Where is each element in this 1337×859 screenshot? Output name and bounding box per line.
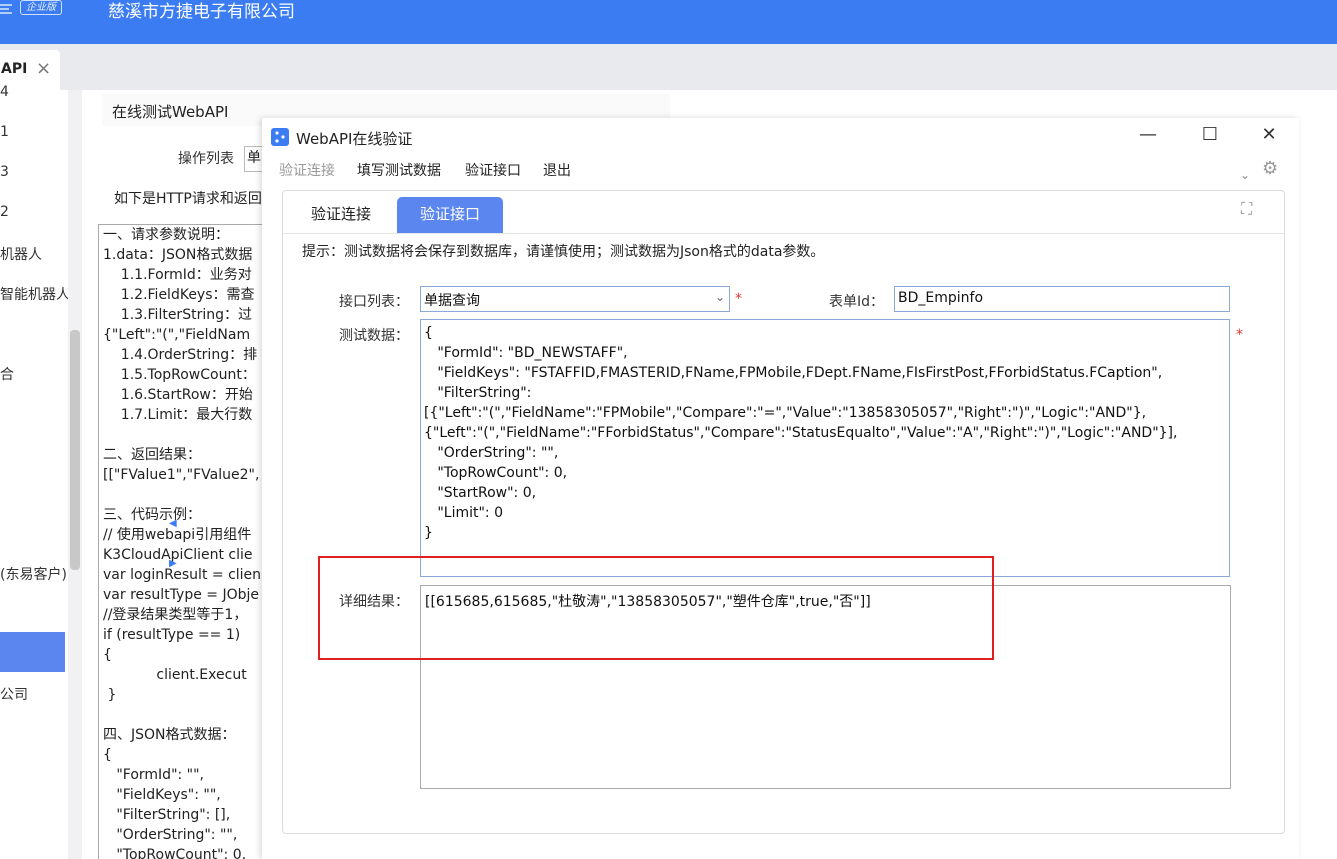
api-list-label: 接口列表： bbox=[339, 294, 409, 310]
app-icon bbox=[271, 128, 289, 146]
tab-strip: API × bbox=[0, 44, 1337, 90]
required-mark: * bbox=[1236, 327, 1243, 343]
menu-verify-connection[interactable]: 验证连接 bbox=[279, 160, 335, 180]
http-description: 如下是HTTP请求和返回 bbox=[114, 191, 262, 207]
tab-api-label: API bbox=[1, 61, 28, 77]
nav-item[interactable]: 3 bbox=[0, 164, 9, 180]
webapi-verify-dialog: WebAPI在线验证 — ☐ ✕ 验证连接 填写测试数据 验证接口 退出 ⌄ ⚙… bbox=[262, 118, 1299, 859]
op-list-select[interactable]: 单 bbox=[244, 146, 264, 172]
nav-item[interactable]: 机器人 bbox=[0, 244, 42, 264]
nav-item-active[interactable] bbox=[0, 632, 65, 672]
tab-verify-api[interactable]: 验证接口 bbox=[397, 197, 503, 233]
minimize-icon[interactable]: — bbox=[1134, 124, 1162, 148]
maximize-icon[interactable]: ☐ bbox=[1196, 124, 1224, 148]
fullscreen-icon[interactable]: ⛶ bbox=[1241, 199, 1252, 219]
test-data-line: { bbox=[424, 325, 433, 341]
op-list-label: 操作列表 bbox=[178, 151, 234, 167]
nav-item[interactable]: 公司 bbox=[0, 684, 28, 704]
verify-panel: 验证连接 验证接口 ⛶ 提示：测试数据将会保存到数据库，请谨慎使用；测试数据为J… bbox=[282, 190, 1285, 834]
chevron-down-icon: ⌄ bbox=[714, 290, 725, 304]
tab-divider bbox=[283, 233, 1284, 234]
nav-item[interactable]: 4 bbox=[0, 84, 9, 100]
nav-item[interactable]: 合 bbox=[0, 364, 14, 384]
test-data-line: "FormId": "BD_NEWSTAFF", bbox=[424, 345, 628, 361]
form-id-input[interactable]: BD_Empinfo bbox=[894, 286, 1230, 312]
test-data-line: [{"Left":"(","FieldName":"FPMobile","Com… bbox=[424, 405, 1147, 421]
test-data-label: 测试数据： bbox=[339, 328, 409, 344]
nav-scrollbar[interactable] bbox=[68, 90, 82, 859]
dialog-title: WebAPI在线验证 bbox=[296, 130, 413, 148]
nav-item[interactable]: 智能机器人 bbox=[0, 284, 70, 304]
menu-verify-api[interactable]: 验证接口 bbox=[465, 160, 521, 180]
test-data-line: } bbox=[424, 525, 433, 541]
dialog-menubar: 验证连接 填写测试数据 验证接口 退出 ⌄ ⚙ bbox=[262, 156, 1299, 184]
highlight-box bbox=[318, 556, 994, 660]
api-list-select[interactable]: 单据查询 ⌄ bbox=[420, 286, 730, 312]
tab-api[interactable]: API × bbox=[0, 50, 60, 90]
form-id-label: 表单Id： bbox=[829, 294, 885, 310]
arrow-right-icon[interactable]: ▶ bbox=[169, 558, 177, 569]
test-data-line: "Limit": 0 bbox=[424, 505, 504, 521]
chevron-down-icon[interactable]: ⌄ bbox=[1240, 168, 1250, 182]
test-data-line: "FieldKeys": "FSTAFFID,FMASTERID,FName,F… bbox=[424, 365, 1163, 381]
menu-fill-test-data[interactable]: 填写测试数据 bbox=[357, 160, 441, 180]
tip-text: 提示：测试数据将会保存到数据库，请谨慎使用；测试数据为Json格式的data参数… bbox=[302, 244, 825, 260]
nav-item[interactable]: 2 bbox=[0, 204, 9, 220]
edition-badge: 企业版 bbox=[20, 0, 62, 15]
page-title: 在线测试WebAPI bbox=[112, 103, 229, 121]
left-nav: 4 1 3 2 机器人 智能机器人 合 (东易客户) 公司 bbox=[0, 84, 70, 859]
test-data-line: "TopRowCount": 0, bbox=[424, 465, 568, 481]
menu-exit[interactable]: 退出 bbox=[543, 160, 571, 180]
app-root: 企业版 慈溪市方捷电子有限公司 API × 4 1 3 2 机器人 智能机器人 … bbox=[0, 0, 1337, 859]
test-data-line: "OrderString": "", bbox=[424, 445, 559, 461]
arrow-left-icon[interactable]: ◀ bbox=[169, 518, 177, 529]
close-icon[interactable]: × bbox=[36, 58, 51, 79]
top-bar: 企业版 慈溪市方捷电子有限公司 bbox=[0, 0, 1337, 44]
test-data-line: {"Left":"(","FieldName":"FForbidStatus",… bbox=[424, 425, 1178, 441]
close-icon[interactable]: ✕ bbox=[1255, 124, 1283, 148]
api-list-value: 单据查询 bbox=[424, 293, 480, 309]
test-data-line: "StartRow": 0, bbox=[424, 485, 537, 501]
nav-scrollbar-thumb[interactable] bbox=[70, 330, 80, 570]
tab-verify-connection[interactable]: 验证连接 bbox=[283, 197, 399, 233]
required-mark: * bbox=[735, 291, 742, 307]
test-data-textarea[interactable]: { "FormId": "BD_NEWSTAFF", "FieldKeys": … bbox=[420, 319, 1230, 577]
logo-icon bbox=[0, 4, 12, 14]
test-data-line: "FilterString": bbox=[424, 385, 532, 401]
gear-icon[interactable]: ⚙ bbox=[1262, 158, 1278, 179]
nav-item[interactable]: (东易客户) bbox=[0, 564, 67, 584]
nav-item[interactable]: 1 bbox=[0, 124, 9, 140]
company-name: 慈溪市方捷电子有限公司 bbox=[108, 2, 295, 22]
